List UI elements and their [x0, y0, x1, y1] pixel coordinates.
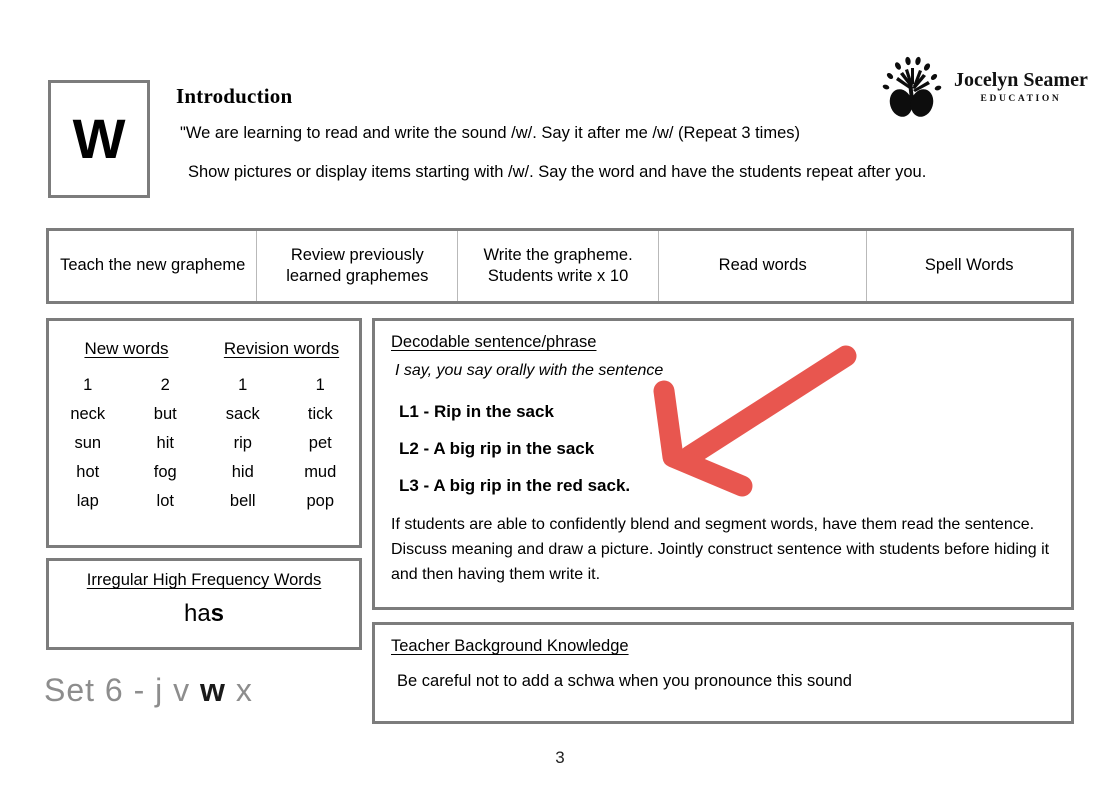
word-item: hit: [156, 433, 174, 452]
revision-words-group: 1 sack rip hid bell 1 tick pet mud pop: [204, 371, 359, 515]
brand-logo: Jocelyn Seamer EDUCATION: [878, 54, 1088, 120]
new-words-column-1: 1 neck sun hot lap: [49, 371, 127, 515]
teacher-background-text: Be careful not to add a schwa when you p…: [397, 672, 852, 690]
word-item: fog: [153, 462, 177, 481]
revision-words-column-2: 1 tick pet mud pop: [282, 371, 360, 515]
irregular-high-frequency-words-panel: Irregular High Frequency Words has: [46, 558, 362, 650]
word-item: bell: [229, 491, 256, 510]
revision-words-column-1: 1 sack rip hid bell: [204, 371, 282, 515]
word-item: sack: [225, 404, 260, 423]
word-item: sun: [74, 433, 102, 452]
decodable-sentence-panel: Decodable sentence/phrase I say, you say…: [372, 318, 1074, 610]
set-line-suffix: x: [225, 672, 253, 708]
irregular-words-title: Irregular High Frequency Words: [86, 571, 322, 589]
teacher-background-knowledge-panel: Teacher Background Knowledge Be careful …: [372, 622, 1074, 724]
column-number: 1: [238, 376, 248, 394]
column-number: 1: [83, 376, 93, 394]
irregular-word-bold: s: [210, 600, 225, 627]
word-item: lap: [76, 491, 99, 510]
word-item: mud: [304, 462, 337, 481]
introduction-line-2: Show pictures or display items starting …: [188, 162, 927, 181]
step-cell-review-graphemes: Review previously learned graphemes: [257, 231, 459, 301]
words-panel: New words Revision words 1 neck sun hot …: [46, 318, 362, 548]
column-number: 1: [315, 376, 325, 394]
word-item: neck: [70, 404, 106, 423]
teacher-background-title: Teacher Background Knowledge: [391, 637, 629, 655]
i-say-you-say-line: I say, you say orally with the sentence: [395, 362, 664, 379]
sentence-level-1: L1 - Rip in the sack: [399, 402, 554, 421]
page-header: W Introduction "We are learning to read …: [0, 0, 1120, 215]
step-cell-spell-words: Spell Words: [924, 256, 1014, 275]
word-item: hid: [231, 462, 254, 481]
word-item: lot: [156, 491, 174, 510]
set-line-focus-letter: w: [200, 672, 226, 708]
brand-logo-text: Jocelyn Seamer EDUCATION: [954, 69, 1088, 105]
decodable-sentence-note: If students are able to confidently blen…: [391, 516, 1050, 583]
brand-name: Jocelyn Seamer: [954, 69, 1088, 91]
introduction-line-1: "We are learning to read and write the s…: [180, 124, 801, 143]
sentence-level-3: L3 - A big rip in the red sack.: [399, 476, 631, 495]
phoneme-set-line: Set 6 - j v w x: [44, 672, 253, 709]
word-item: tick: [307, 404, 333, 423]
word-item: pop: [306, 491, 335, 510]
word-item: but: [153, 404, 177, 423]
words-panel-headings: New words Revision words: [49, 321, 359, 359]
word-item: pet: [308, 433, 332, 452]
new-words-group: 1 neck sun hot lap 2 but hit fog lot: [49, 371, 204, 515]
brand-subtitle: EDUCATION: [980, 94, 1062, 104]
sentence-level-2: L2 - A big rip in the sack: [399, 439, 595, 458]
column-number: 2: [160, 376, 170, 394]
set-line-prefix: Set 6 - j v: [44, 672, 201, 708]
word-item: hot: [76, 462, 100, 481]
step-cell-teach-grapheme: Teach the new grapheme: [49, 231, 258, 301]
new-words-column-2: 2 but hit fog lot: [127, 371, 205, 515]
new-words-heading: New words: [84, 339, 169, 358]
revision-words-heading: Revision words: [223, 339, 340, 358]
tree-icon: [882, 56, 942, 117]
irregular-word-plain: ha: [183, 600, 211, 627]
grapheme-card: W: [48, 80, 150, 198]
step-cell-read-words: Read words: [659, 231, 868, 301]
step-cell-write-grapheme: Write the grapheme. Students write x 10: [458, 231, 659, 301]
page-number: 3: [555, 748, 565, 767]
decodable-sentence-title: Decodable sentence/phrase: [391, 333, 597, 351]
lesson-steps-table: Teach the new grapheme Review previously…: [46, 228, 1074, 304]
word-item: rip: [233, 433, 252, 452]
irregular-word: has: [61, 600, 347, 628]
grapheme-letter: W: [72, 107, 126, 170]
worksheet-page: W Introduction "We are learning to read …: [0, 0, 1120, 792]
words-columns: 1 neck sun hot lap 2 but hit fog lot 1 s…: [49, 359, 359, 515]
